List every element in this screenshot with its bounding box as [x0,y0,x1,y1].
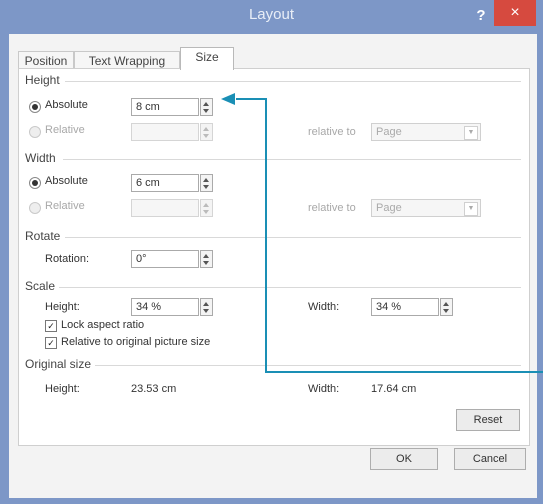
original-size-divider [95,365,521,366]
height-divider [65,81,521,82]
rotate-section-title: Rotate [25,229,61,243]
width-relative-spinner[interactable] [200,199,213,217]
lock-aspect-checkbox[interactable]: ✓ [45,320,57,332]
layout-dialog: Layout ? × Position Text Wrapping Size H… [0,0,543,504]
tab-position[interactable]: Position [18,51,74,69]
height-absolute-spinner[interactable] [200,98,213,116]
dialog-title: Layout [248,6,295,23]
close-button[interactable]: × [494,0,536,26]
height-relative-spinner[interactable] [200,123,213,141]
width-relative-radio[interactable] [29,202,41,214]
height-relative-input[interactable] [131,123,199,141]
rotate-divider [65,237,521,238]
width-absolute-spinner[interactable] [200,174,213,192]
scale-width-input[interactable]: 34 % [371,298,439,316]
annotation-arrowhead-icon [221,93,235,105]
height-relative-to-select[interactable]: Page ▼ [371,123,481,141]
dialog-client: Position Text Wrapping Size Height Absol… [9,34,537,498]
ok-button[interactable]: OK [370,448,438,470]
relative-original-checkbox[interactable]: ✓ [45,337,57,349]
rotation-label: Rotation: [45,253,90,265]
scale-divider [59,287,521,288]
width-relative-to-select[interactable]: Page ▼ [371,199,481,217]
scale-width-spinner[interactable] [440,298,453,316]
height-absolute-radio[interactable] [29,101,41,113]
annotation-arrow-top [236,98,266,100]
title-bar[interactable]: Layout ? × [0,0,543,34]
width-absolute-input[interactable]: 6 cm [131,174,199,192]
chevron-down-icon: ▼ [464,202,478,216]
height-relative-radio[interactable] [29,126,41,138]
width-absolute-radio[interactable] [29,177,41,189]
original-height-label: Height: [45,383,80,395]
cancel-button[interactable]: Cancel [454,448,526,470]
size-panel: Height Absolute 8 cm Relative relative t… [18,68,530,446]
height-absolute-input[interactable]: 8 cm [131,98,199,116]
height-relative-to-label: relative to [308,126,356,138]
width-relative-label[interactable]: Relative [45,200,85,212]
tab-text-wrapping[interactable]: Text Wrapping [74,51,180,69]
height-relative-label[interactable]: Relative [45,124,85,136]
width-section-title: Width [25,151,56,165]
original-height-value: 23.53 cm [131,383,177,395]
rotation-spinner[interactable] [200,250,213,268]
lock-aspect-label[interactable]: Lock aspect ratio [61,319,144,331]
width-divider [63,159,521,160]
width-absolute-label[interactable]: Absolute [45,175,88,187]
relative-original-label[interactable]: Relative to original picture size [61,336,210,348]
width-relative-to-value: Page [376,202,402,214]
annotation-arrow-vertical [265,98,267,373]
chevron-down-icon: ▼ [464,126,478,140]
scale-height-input[interactable]: 34 % [131,298,199,316]
help-button[interactable]: ? [470,5,492,27]
rotation-input[interactable]: 0° [131,250,199,268]
annotation-arrow-bottom [265,371,543,373]
scale-height-label: Height: [45,301,80,313]
original-width-label: Width: [308,383,340,395]
height-relative-to-value: Page [376,126,402,138]
height-absolute-label[interactable]: Absolute [45,99,88,111]
scale-height-spinner[interactable] [200,298,213,316]
tab-size[interactable]: Size [180,47,234,70]
reset-button[interactable]: Reset [456,409,520,431]
width-relative-input[interactable] [131,199,199,217]
width-relative-to-label: relative to [308,202,356,214]
original-size-section-title: Original size [25,357,92,371]
height-section-title: Height [25,73,60,87]
original-width-value: 17.64 cm [371,383,417,395]
scale-section-title: Scale [25,279,56,293]
scale-width-label: Width: [308,301,340,313]
